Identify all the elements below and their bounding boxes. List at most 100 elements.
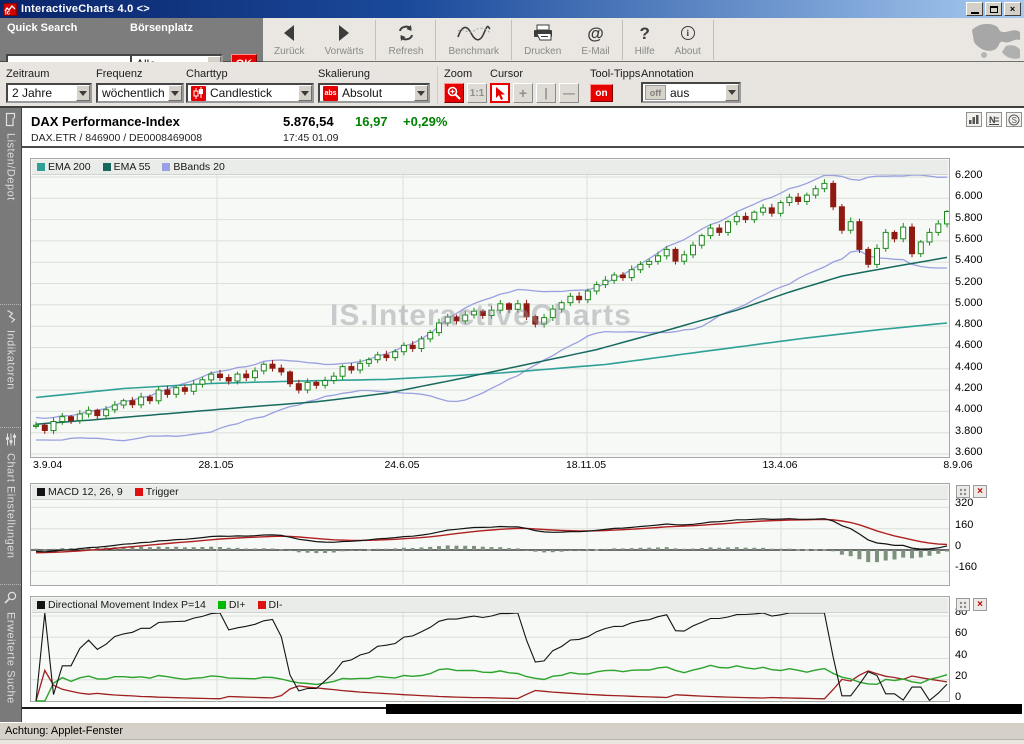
- price-y-tick: 4.200: [955, 382, 983, 394]
- legend-swatch: [37, 601, 45, 609]
- toolbar-button-benchmark[interactable]: Benchmark: [438, 18, 509, 62]
- sidebar-tab-search[interactable]: Erweiterte Suche: [0, 585, 21, 722]
- settings-toolbar: Zeitraum 2 Jahre Frequenz wöchentlich Ch…: [0, 62, 1024, 108]
- legend-item: BBands 20: [162, 161, 224, 173]
- price-y-tick: 6.200: [955, 169, 983, 181]
- toolbar-button-email[interactable]: @E-Mail: [571, 18, 619, 62]
- legend-swatch: [135, 488, 143, 496]
- price-y-tick: 5.800: [955, 212, 983, 224]
- instrument-price: 5.876,54: [283, 114, 334, 129]
- sliders-icon: [4, 434, 18, 448]
- zoom-reset-button[interactable]: 1:1: [467, 83, 487, 103]
- cursor-hline-button[interactable]: —: [559, 83, 579, 103]
- title-bar[interactable]: ic InteractiveCharts 4.0 <> ×: [0, 0, 1024, 18]
- price-y-tick: 5.400: [955, 254, 983, 266]
- cursor-cross-button[interactable]: +: [513, 83, 533, 103]
- legend-swatch: [218, 601, 226, 609]
- toolbar-button-label: Vorwärts: [325, 46, 364, 57]
- zeitraum-select[interactable]: 2 Jahre: [6, 83, 92, 103]
- annotation-select[interactable]: off aus: [641, 82, 741, 103]
- news-button[interactable]: N: [986, 112, 1002, 127]
- price-x-tick: 24.6.05: [376, 459, 428, 471]
- settings-button[interactable]: S: [1006, 112, 1022, 127]
- sidebar-tab-label: Indikatoren: [5, 330, 17, 390]
- charttyp-label: Charttyp: [186, 68, 228, 80]
- legend-swatch: [162, 163, 170, 171]
- price-legend: EMA 200EMA 55BBands 20: [32, 160, 948, 175]
- sidebar-tab-sliders[interactable]: Chart Einstellungen: [0, 428, 21, 585]
- macd-close-button[interactable]: ×: [973, 485, 987, 498]
- toolbar-divider: [713, 20, 714, 60]
- toolbar-button-printer[interactable]: Drucken: [514, 18, 571, 62]
- dmi-canvas[interactable]: [31, 613, 949, 702]
- sidebar-tab-indicator[interactable]: Indikatoren: [0, 305, 21, 428]
- restore-button[interactable]: [985, 2, 1002, 16]
- price-y-tick: 5.000: [955, 297, 983, 309]
- about-icon: i: [681, 20, 695, 46]
- legend-label: Trigger: [146, 486, 179, 498]
- price-x-tick: 8.9.06: [932, 459, 984, 471]
- charttyp-dropdown-arrow[interactable]: [298, 85, 312, 101]
- price-y-tick: 5.200: [955, 276, 983, 288]
- abs-scale-icon: abs: [323, 86, 338, 101]
- help-icon: ?: [639, 20, 649, 46]
- frequenz-dropdown-arrow[interactable]: [168, 85, 182, 101]
- sidebar-tab-label: Erweiterte Suche: [5, 612, 17, 704]
- price-y-tick: 3.800: [955, 425, 983, 437]
- cursor-arrow-button[interactable]: [490, 83, 510, 103]
- frequenz-select[interactable]: wöchentlich: [96, 83, 184, 103]
- macd-y-tick: 160: [955, 519, 973, 531]
- instrument-timestamp: 17:45 01.09: [283, 132, 338, 144]
- price-y-tick: 4.800: [955, 318, 983, 330]
- legend-swatch: [258, 601, 266, 609]
- legend-swatch: [37, 488, 45, 496]
- dmi-y-tick: 40: [955, 649, 967, 661]
- price-x-tick: 13.4.06: [754, 459, 806, 471]
- instrument-change: 16,97: [355, 114, 388, 129]
- toolbar-button-help[interactable]: ?Hilfe: [625, 18, 665, 62]
- dmi-settings-button[interactable]: [956, 598, 970, 611]
- toolbar-button-label: Hilfe: [635, 46, 655, 57]
- sidebar-tab-label: Listen/Depot: [5, 133, 17, 201]
- toolbar-button-about[interactable]: iAbout: [665, 18, 711, 62]
- price-chart-panel[interactable]: EMA 200EMA 55BBands 20: [30, 158, 950, 458]
- instrument-header: DAX Performance-Index 5.876,54 16,97 +0,…: [22, 108, 1024, 146]
- zeitraum-dropdown-arrow[interactable]: [76, 85, 90, 101]
- legend-item: EMA 200: [37, 161, 91, 173]
- chart-style-button[interactable]: [966, 112, 982, 127]
- dmi-panel[interactable]: Directional Movement Index P=14DI+DI-: [30, 596, 950, 702]
- skalierung-dropdown-arrow[interactable]: [414, 85, 428, 101]
- application-window: ic InteractiveCharts 4.0 <> × Quick Sear…: [0, 0, 1024, 744]
- price-y-tick: 3.600: [955, 446, 983, 458]
- zoom-label: Zoom: [444, 68, 472, 80]
- sidebar-tabstrip: Listen/Depot Indikatoren Chart Einstellung…: [0, 108, 22, 722]
- price-chart-canvas[interactable]: [31, 175, 949, 457]
- charttyp-select[interactable]: Candlestick: [186, 83, 314, 103]
- skalierung-label: Skalierung: [318, 68, 370, 80]
- macd-y-tick: 0: [955, 540, 961, 552]
- annotation-off-badge[interactable]: off: [645, 85, 666, 100]
- sidebar-tab-folder[interactable]: Listen/Depot: [0, 108, 21, 305]
- macd-canvas[interactable]: [31, 500, 949, 586]
- svg-text:ic: ic: [5, 10, 11, 15]
- skalierung-select[interactable]: abs Absolut: [318, 83, 430, 103]
- toolbar-divider: [511, 20, 512, 60]
- dmi-close-button[interactable]: ×: [973, 598, 987, 611]
- legend-swatch: [37, 163, 45, 171]
- legend-label: MACD 12, 26, 9: [48, 486, 123, 498]
- toolbar-button-refresh[interactable]: Refresh: [378, 18, 433, 62]
- zoom-in-button[interactable]: [444, 83, 464, 103]
- globe-icon: [970, 20, 1022, 63]
- minimize-button[interactable]: [966, 2, 983, 16]
- tooltipps-toggle[interactable]: on: [590, 84, 613, 102]
- macd-panel[interactable]: MACD 12, 26, 9 Trigger: [30, 483, 950, 586]
- close-button[interactable]: ×: [1004, 2, 1021, 16]
- toolbar-button-back[interactable]: Zurück: [264, 18, 315, 62]
- price-y-tick: 4.400: [955, 361, 983, 373]
- printer-icon: [532, 20, 554, 46]
- cursor-vline-button[interactable]: |: [536, 83, 556, 103]
- annotation-dropdown-arrow[interactable]: [725, 84, 739, 101]
- toolbar-button-forward[interactable]: Vorwärts: [315, 18, 374, 62]
- candlestick-icon: [191, 86, 206, 101]
- macd-settings-button[interactable]: [956, 485, 970, 498]
